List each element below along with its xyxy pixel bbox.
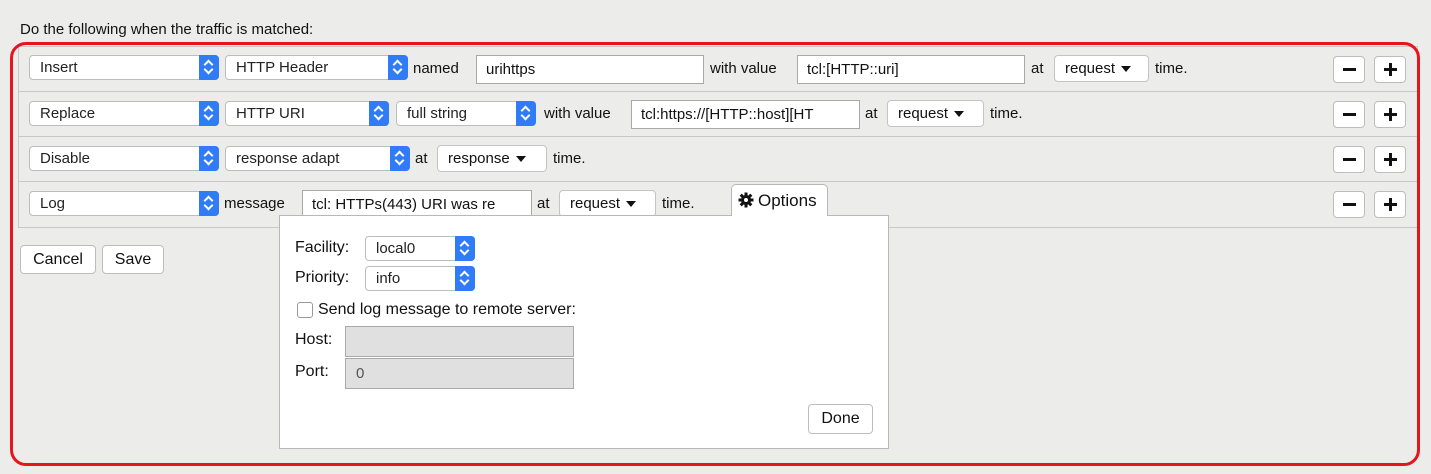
rules-heading: Do the following when the traffic is mat… — [20, 21, 314, 38]
select-arrow-icon — [199, 55, 219, 80]
action-row-insert: Insert HTTP Header named urihttps with v… — [19, 47, 1417, 92]
remove-row-button[interactable] — [1333, 146, 1365, 173]
target-select-value: response adapt — [236, 150, 340, 167]
priority-select-value: info — [376, 270, 401, 287]
priority-select[interactable]: info — [365, 266, 475, 291]
time-label: time. — [1155, 60, 1188, 77]
named-label: named — [413, 60, 459, 77]
port-input[interactable]: 0 — [345, 358, 574, 389]
caret-down-icon — [1121, 66, 1132, 73]
caret-down-icon — [515, 156, 526, 163]
port-label: Port: — [295, 363, 329, 380]
host-label: Host: — [295, 331, 333, 348]
caret-down-icon — [626, 201, 637, 208]
action-row-replace: Replace HTTP URI full string with value … — [19, 92, 1417, 137]
action-select-value: Replace — [40, 105, 96, 122]
gear-icon — [738, 192, 754, 208]
facility-select-value: local0 — [376, 240, 416, 257]
action-select[interactable]: Log — [29, 191, 219, 216]
select-arrow-icon — [455, 236, 475, 261]
mode-select[interactable]: full string — [396, 101, 536, 126]
select-arrow-icon — [199, 191, 219, 216]
action-select-value: Disable — [40, 150, 91, 167]
event-dropdown[interactable]: request — [887, 100, 984, 127]
log-options-popover: Facility: local0 Priority: info Send log… — [279, 215, 889, 449]
message-label: message — [224, 195, 285, 212]
target-select-value: HTTP Header — [236, 59, 329, 76]
add-row-button[interactable] — [1374, 56, 1406, 83]
add-row-button[interactable] — [1374, 191, 1406, 218]
select-arrow-icon — [199, 101, 219, 126]
action-select-value: Log — [40, 195, 66, 212]
remove-row-button[interactable] — [1333, 101, 1365, 128]
target-select[interactable]: HTTP URI — [225, 101, 389, 126]
remove-row-button[interactable] — [1333, 56, 1365, 83]
action-select[interactable]: Disable — [29, 146, 219, 171]
select-arrow-icon — [199, 146, 219, 171]
done-button[interactable]: Done — [808, 404, 873, 434]
select-arrow-icon — [369, 101, 389, 126]
event-dropdown-value: request — [1065, 60, 1116, 77]
with-value-label: with value — [544, 105, 611, 122]
action-select[interactable]: Insert — [29, 55, 219, 80]
add-row-button[interactable] — [1374, 146, 1406, 173]
with-value-label: with value — [710, 60, 777, 77]
uri-value-input[interactable]: tcl:https://[HTTP::host][HT — [631, 100, 860, 129]
options-tab-label: Options — [758, 191, 817, 210]
target-select[interactable]: HTTP Header — [225, 55, 408, 80]
event-dropdown-value: request — [570, 195, 621, 212]
priority-label: Priority: — [295, 269, 350, 286]
target-select[interactable]: response adapt — [225, 146, 410, 171]
caret-down-icon — [954, 111, 965, 118]
header-value-input[interactable]: tcl:[HTTP::uri] — [797, 55, 1025, 84]
at-label: at — [537, 195, 550, 212]
time-label: time. — [553, 150, 586, 167]
action-select[interactable]: Replace — [29, 101, 219, 126]
facility-label: Facility: — [295, 239, 350, 256]
time-label: time. — [990, 105, 1023, 122]
event-dropdown[interactable]: response — [437, 145, 547, 172]
time-label: time. — [662, 195, 695, 212]
remote-server-label: Send log message to remote server: — [318, 301, 576, 318]
event-dropdown-value: response — [448, 150, 510, 167]
select-arrow-icon — [516, 101, 536, 126]
add-row-button[interactable] — [1374, 101, 1406, 128]
action-select-value: Insert — [40, 59, 78, 76]
select-arrow-icon — [455, 266, 475, 291]
options-tab[interactable]: Options — [731, 184, 828, 216]
target-select-value: HTTP URI — [236, 105, 305, 122]
remote-server-checkbox[interactable] — [297, 302, 313, 318]
host-input[interactable] — [345, 326, 574, 357]
save-button[interactable]: Save — [102, 245, 164, 274]
at-label: at — [865, 105, 878, 122]
cancel-button[interactable]: Cancel — [20, 245, 96, 274]
at-label: at — [1031, 60, 1044, 77]
event-dropdown[interactable]: request — [559, 190, 656, 217]
action-rows: Insert HTTP Header named urihttps with v… — [18, 46, 1418, 228]
event-dropdown-value: request — [898, 105, 949, 122]
facility-select[interactable]: local0 — [365, 236, 475, 261]
at-label: at — [415, 150, 428, 167]
mode-select-value: full string — [407, 105, 468, 122]
event-dropdown[interactable]: request — [1054, 55, 1149, 82]
header-name-input[interactable]: urihttps — [476, 55, 704, 84]
remove-row-button[interactable] — [1333, 191, 1365, 218]
select-arrow-icon — [388, 55, 408, 80]
select-arrow-icon — [390, 146, 410, 171]
action-row-disable: Disable response adapt at response time. — [19, 137, 1417, 182]
